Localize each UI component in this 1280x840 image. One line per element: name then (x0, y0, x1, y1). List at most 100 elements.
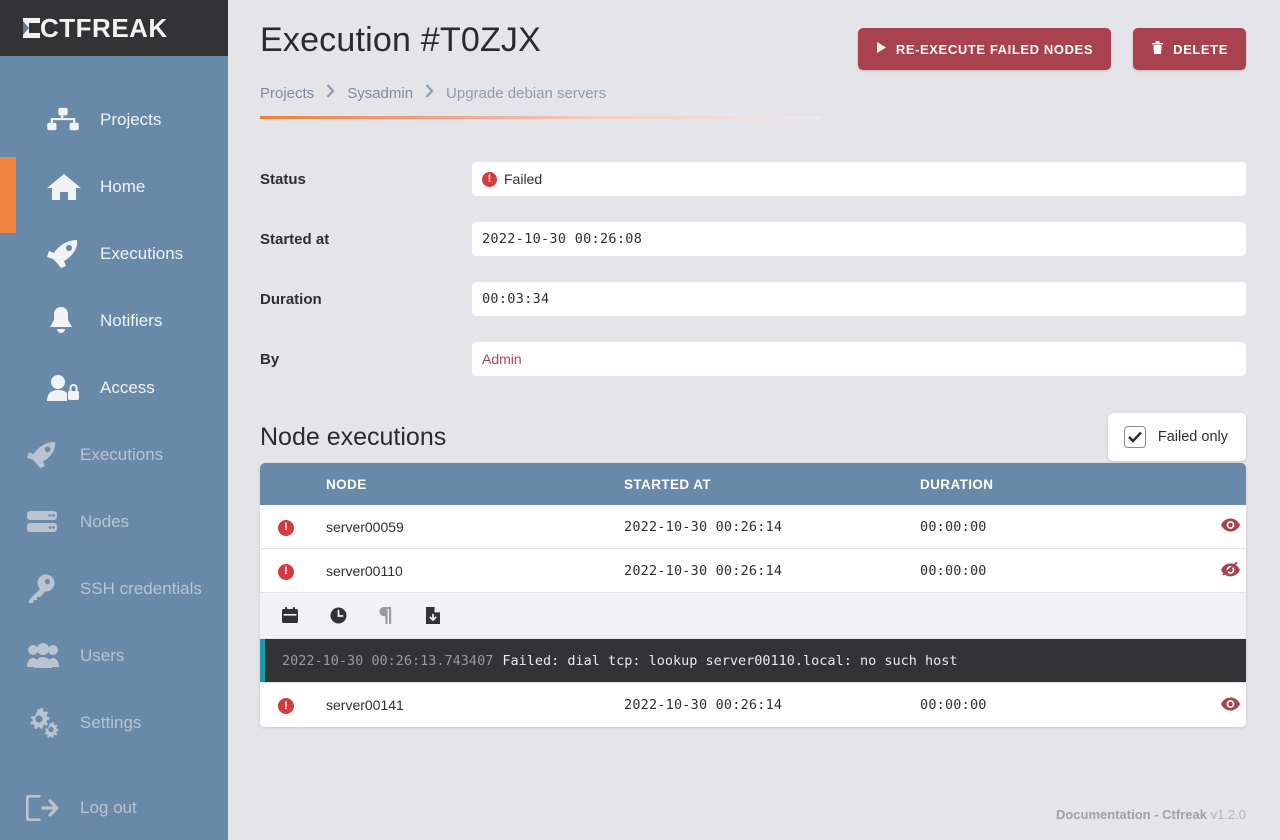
page-title: Execution #T0ZJX (260, 21, 541, 59)
check-icon (1128, 431, 1142, 443)
sidebar-item-label: Settings (80, 713, 142, 732)
row-actions-cell (1190, 697, 1246, 714)
sidebar-item-label: Projects (100, 110, 162, 129)
table-row[interactable]: ! server00110 2022-10-30 00:26:14 00:00:… (260, 549, 1246, 593)
sidebar-item-logout[interactable]: Log out (0, 774, 228, 840)
paragraph-icon[interactable] (378, 606, 396, 626)
row-duration-cell: 00:00:00 (920, 518, 987, 535)
breadcrumb-item-projects[interactable]: Projects (260, 85, 314, 102)
documentation-link[interactable]: Documentation (1056, 807, 1151, 822)
column-header-node: NODE (326, 476, 367, 492)
footer: Documentation - Ctfreak v1.2.0 (1056, 807, 1246, 822)
button-label: DELETE (1173, 41, 1228, 57)
sidebar-item-ssh-credentials[interactable]: SSH credentials (0, 555, 228, 622)
sidebar-item-access[interactable]: Access (0, 354, 228, 421)
status-text: Failed (504, 171, 543, 187)
detail-row-duration: Duration 00:03:34 (260, 269, 1246, 329)
node-executions-table: NODE STARTED AT DURATION ! server00059 2… (260, 463, 1246, 727)
sidebar: CTFREAK Projects Home Executions Notifie… (0, 0, 228, 840)
sidebar-item-executions-secondary[interactable]: Executions (0, 421, 228, 488)
sidebar-item-label: Executions (100, 244, 184, 263)
main-content: Execution #T0ZJX RE-EXECUTE FAILED NODES… (228, 0, 1280, 840)
clock-icon[interactable] (330, 606, 348, 626)
row-duration-cell: 00:00:00 (920, 562, 987, 579)
status-field: ! Failed (472, 162, 1246, 196)
exclamation-circle-icon: ! (278, 563, 294, 580)
log-timestamp: 2022-10-30 00:26:13.743407 (282, 652, 494, 669)
row-status-cell: ! (260, 517, 326, 536)
bell-icon (46, 304, 90, 338)
sidebar-item-settings[interactable]: Settings (0, 689, 228, 756)
exclamation-circle-icon: ! (278, 519, 294, 536)
row-actions-cell (1190, 518, 1246, 535)
by-user-link[interactable]: Admin (482, 351, 522, 367)
user-lock-icon (46, 371, 90, 405)
breadcrumb-item-current[interactable]: Upgrade debian servers (446, 85, 606, 102)
detail-row-started-at: Started at 2022-10-30 00:26:08 (260, 209, 1246, 269)
table-row[interactable]: ! server00141 2022-10-30 00:26:14 00:00:… (260, 683, 1246, 727)
calendar-icon[interactable] (282, 606, 300, 626)
trash-icon (1151, 40, 1164, 58)
key-icon (26, 572, 70, 606)
column-header-duration: DURATION (920, 476, 994, 492)
home-icon (46, 170, 90, 204)
log-message: Failed: dial tcp: lookup server00110.loc… (502, 652, 958, 669)
brand-logo[interactable]: CTFREAK (20, 13, 168, 44)
breadcrumb-item-sysadmin[interactable]: Sysadmin (347, 85, 413, 102)
eye-icon[interactable] (1221, 518, 1240, 535)
node-log-toolbar (260, 593, 1246, 639)
detail-row-status: Status ! Failed (260, 149, 1246, 209)
table-row[interactable]: ! server00059 2022-10-30 00:26:14 00:00:… (260, 505, 1246, 549)
header-actions: RE-EXECUTE FAILED NODES DELETE (857, 22, 1246, 70)
terminal-prompt-icon (20, 16, 42, 40)
re-execute-failed-nodes-button[interactable]: RE-EXECUTE FAILED NODES (857, 28, 1112, 70)
play-icon (876, 41, 887, 57)
sidebar-item-notifiers[interactable]: Notifiers (0, 287, 228, 354)
sidebar-item-projects[interactable]: Projects (0, 86, 228, 153)
sidebar-item-label: Executions (80, 445, 164, 464)
button-label: RE-EXECUTE FAILED NODES (895, 41, 1094, 57)
row-started-at-cell: 2022-10-30 00:26:14 (624, 518, 783, 535)
sidebar-item-label: Users (80, 646, 125, 665)
sidebar-item-executions-primary[interactable]: Executions (0, 220, 228, 287)
row-started-at-cell: 2022-10-30 00:26:14 (624, 562, 783, 579)
detail-label: Status (260, 170, 306, 188)
sidebar-item-nodes[interactable]: Nodes (0, 488, 228, 555)
sitemap-icon (46, 103, 90, 137)
failed-only-filter[interactable]: Failed only (1107, 413, 1246, 461)
table-header-row: NODE STARTED AT DURATION (260, 463, 1246, 505)
footer-dash: - (1150, 807, 1163, 822)
eye-slash-icon[interactable] (1221, 561, 1240, 580)
breadcrumb: Projects Sysadmin Upgrade debian servers (260, 84, 1246, 102)
users-icon (26, 639, 70, 673)
app-root: CTFREAK Projects Home Executions Notifie… (0, 0, 1280, 840)
sidebar-item-home[interactable]: Home (0, 153, 228, 233)
footer-product: Ctfreak (1162, 807, 1207, 822)
started-at-field: 2022-10-30 00:26:08 (472, 222, 1246, 256)
execution-details: Status ! Failed Started at 2022-10-30 00… (260, 149, 1246, 389)
eye-icon[interactable] (1221, 697, 1240, 714)
failed-only-checkbox[interactable] (1123, 426, 1146, 448)
detail-row-by: By Admin (260, 329, 1246, 389)
delete-button[interactable]: DELETE (1133, 28, 1246, 70)
chevron-right-icon (425, 84, 434, 102)
page-header: Execution #T0ZJX RE-EXECUTE FAILED NODES… (260, 0, 1246, 70)
row-node-cell: server00059 (326, 518, 404, 535)
sidebar-item-users[interactable]: Users (0, 622, 228, 689)
logo-bar: CTFREAK (0, 0, 228, 56)
detail-label: By (260, 350, 280, 368)
sidebar-item-label: Log out (80, 798, 137, 817)
file-download-icon[interactable] (426, 606, 444, 626)
failed-only-label: Failed only (1157, 429, 1228, 445)
row-status-cell: ! (260, 696, 326, 715)
header-gradient-rule (260, 116, 820, 119)
row-started-at-cell: 2022-10-30 00:26:14 (624, 697, 783, 713)
exclamation-circle-icon: ! (482, 171, 497, 187)
sidebar-nav: Projects Home Executions Notifiers Acces… (0, 56, 228, 840)
server-icon (26, 505, 70, 539)
row-duration-cell: 00:00:00 (920, 697, 987, 713)
rocket-icon (26, 438, 70, 472)
section-title: Node executions (260, 422, 447, 451)
node-log-line: 2022-10-30 00:26:13.743407 Failed: dial … (260, 639, 1246, 683)
column-header-started-at: STARTED AT (624, 476, 711, 492)
